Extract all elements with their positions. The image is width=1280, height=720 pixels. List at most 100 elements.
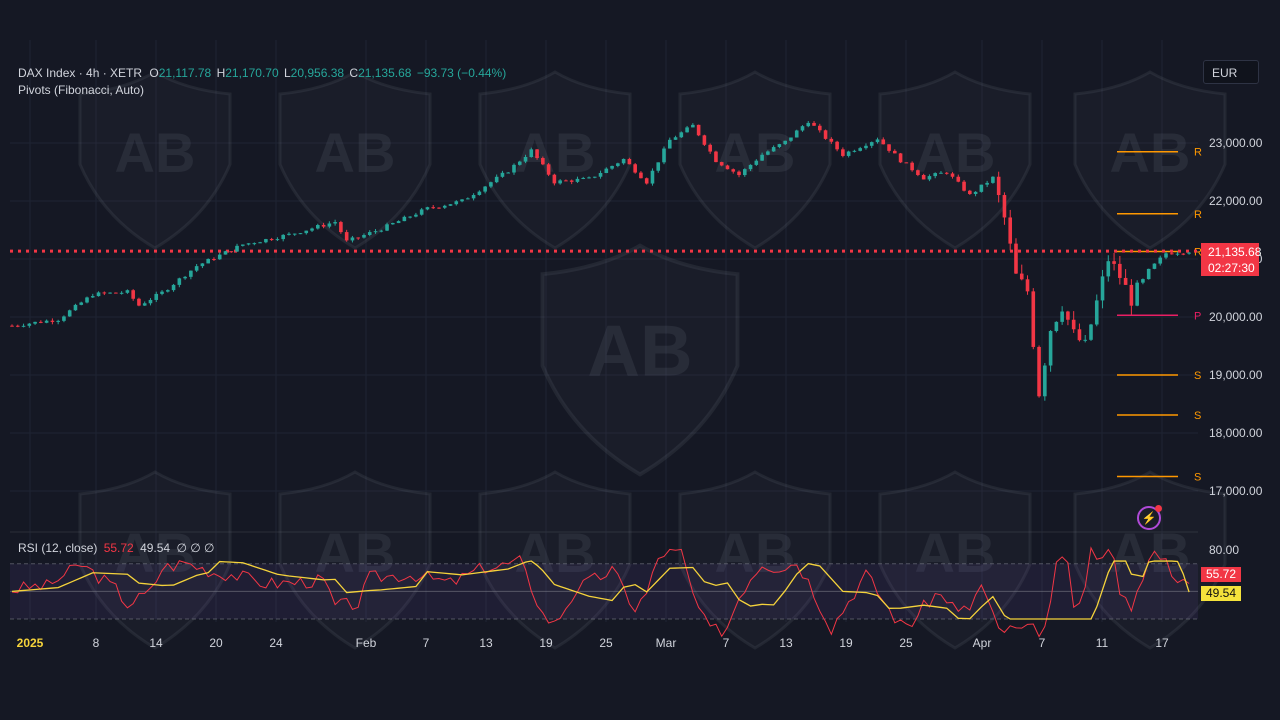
candle-body bbox=[523, 156, 528, 162]
candle-body bbox=[996, 176, 1001, 196]
high-label: H bbox=[216, 66, 226, 80]
lightning-bolt-icon[interactable]: ⚡ bbox=[1137, 505, 1162, 530]
candle-body bbox=[748, 164, 753, 170]
candle-body bbox=[1002, 195, 1007, 218]
symbol-label[interactable]: DAX Index · 4h · XETR bbox=[18, 66, 142, 80]
candle-body bbox=[1164, 253, 1168, 258]
candle-body bbox=[869, 142, 874, 146]
candle-body bbox=[708, 144, 712, 152]
candle-body bbox=[108, 292, 112, 294]
candle-body bbox=[483, 186, 487, 192]
time-axis-label: Apr bbox=[973, 636, 992, 650]
candle-body bbox=[269, 239, 274, 241]
candle-body bbox=[766, 151, 770, 155]
candle-body bbox=[916, 170, 920, 175]
pivot-label: S bbox=[1194, 472, 1201, 484]
candle-body bbox=[425, 207, 430, 210]
rsi-legend[interactable]: RSI (12, close) 55.72 49.54 ∅ ∅ ∅ bbox=[18, 541, 214, 555]
candle-body bbox=[691, 124, 695, 128]
candle-body bbox=[1060, 311, 1064, 322]
candle-body bbox=[673, 137, 678, 140]
candle-body bbox=[1031, 291, 1036, 347]
candle-body bbox=[212, 258, 216, 260]
candle-body bbox=[650, 170, 655, 184]
rsi-ma-tag: 49.54 bbox=[1201, 586, 1241, 601]
candle-body bbox=[512, 164, 516, 173]
candle-body bbox=[800, 126, 805, 131]
candle-body bbox=[362, 234, 366, 238]
candle-body bbox=[927, 176, 932, 180]
candle-body bbox=[1071, 319, 1076, 330]
candle-body bbox=[968, 190, 972, 194]
candle-body bbox=[852, 150, 857, 152]
candle-body bbox=[685, 127, 689, 133]
candle-body bbox=[217, 254, 222, 260]
candle-body bbox=[1181, 253, 1186, 255]
candle-body bbox=[304, 230, 309, 234]
low-value: 20,956.38 bbox=[290, 66, 345, 80]
candle-body bbox=[910, 162, 914, 171]
watermark-logo-letters: AB bbox=[715, 121, 796, 184]
currency-selector[interactable]: EUR bbox=[1203, 60, 1259, 84]
chart-canvas[interactable]: AB AB AB AB AB ABABAB AB AB AB AB AB RRRPSSS 23,00… bbox=[0, 0, 1280, 720]
candle-body bbox=[96, 292, 101, 297]
candle-body bbox=[737, 171, 741, 176]
candle-body bbox=[437, 207, 441, 209]
time-axis-label: 25 bbox=[899, 636, 913, 650]
candle-body bbox=[719, 162, 724, 166]
pivots-indicator-label[interactable]: Pivots (Fibonacci, Auto) bbox=[18, 83, 144, 97]
low-label: L bbox=[283, 66, 291, 80]
candle-body bbox=[1141, 279, 1145, 283]
pivot-label: S bbox=[1194, 410, 1201, 422]
candle-body bbox=[62, 316, 66, 321]
candle-body bbox=[321, 225, 326, 227]
candle-body bbox=[90, 296, 95, 298]
candle-body bbox=[1037, 346, 1041, 397]
rsi-label[interactable]: RSI (12, close) bbox=[18, 541, 97, 555]
price-axis[interactable]: 23,000.0022,000.0021,000.0020,000.0019,0… bbox=[1209, 136, 1263, 498]
candle-body bbox=[419, 209, 424, 215]
candle-body bbox=[933, 173, 937, 177]
candle-body bbox=[339, 222, 343, 233]
indicator-legend[interactable]: Pivots (Fibonacci, Auto) bbox=[18, 83, 144, 97]
candle-body bbox=[442, 205, 447, 208]
candle-body bbox=[1123, 277, 1128, 285]
candle-body bbox=[702, 135, 707, 145]
candle-body bbox=[275, 239, 280, 241]
candle-body bbox=[177, 278, 182, 285]
candle-body bbox=[823, 130, 828, 139]
candle-body bbox=[350, 237, 355, 241]
candle-body bbox=[1054, 321, 1059, 332]
candle-body bbox=[229, 251, 234, 253]
candle-body bbox=[621, 158, 626, 164]
candle-body bbox=[893, 150, 897, 154]
time-axis-label: 20 bbox=[209, 636, 223, 650]
candle-body bbox=[171, 284, 176, 291]
candle-body bbox=[33, 321, 37, 324]
time-axis[interactable]: 2025 8 14 20 24 Feb 7 13 19 25 Mar 7 13 19 25 Apr 7 11 17 bbox=[17, 636, 1169, 650]
bar-countdown: 02:27:30 bbox=[1208, 261, 1255, 275]
legend-main[interactable]: DAX Index · 4h · XETR O21,117.78 H21,170… bbox=[18, 66, 506, 80]
candle-body bbox=[287, 233, 291, 235]
rsi-axis-label: 80.00 bbox=[1209, 543, 1239, 557]
candle-body bbox=[679, 132, 684, 138]
candle-body bbox=[1112, 261, 1116, 264]
candle-body bbox=[235, 245, 239, 252]
candle-body bbox=[604, 168, 609, 174]
candle-body bbox=[1048, 331, 1053, 366]
candle-body bbox=[541, 158, 545, 165]
candle-body bbox=[904, 162, 909, 164]
price-axis-label: 20,000.00 bbox=[1209, 310, 1263, 324]
candle-body bbox=[610, 165, 614, 169]
candle-body bbox=[194, 266, 199, 271]
candle-body bbox=[644, 178, 649, 184]
candle-body bbox=[50, 320, 55, 322]
candle-body bbox=[529, 149, 534, 157]
candle-body bbox=[506, 172, 511, 174]
time-axis-label: 7 bbox=[1039, 636, 1046, 650]
time-axis-label: 19 bbox=[839, 636, 853, 650]
candle-body bbox=[789, 137, 793, 141]
candle-body bbox=[344, 232, 349, 241]
candle-body bbox=[189, 270, 193, 277]
candle-body bbox=[385, 224, 389, 231]
